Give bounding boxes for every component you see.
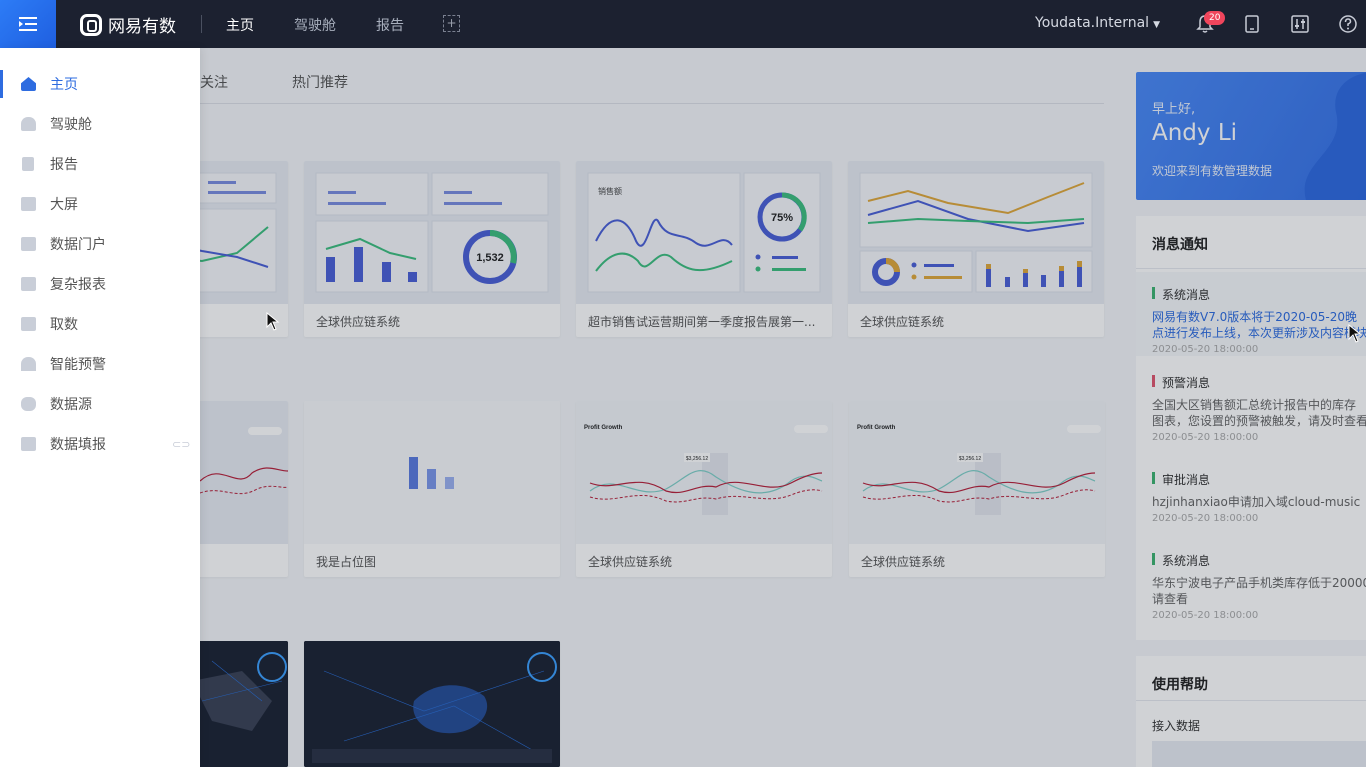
- overlay-mask[interactable]: [200, 48, 1366, 767]
- drawer-item-label: 大屏: [50, 197, 78, 213]
- caret-down-icon: ▼: [1153, 20, 1160, 30]
- drawer-item-label: 数据填报: [50, 437, 106, 453]
- drawer-item-label: 智能预警: [50, 357, 106, 373]
- user-name: Youdata.Internal: [1035, 15, 1150, 31]
- cursor-icon: [1348, 324, 1362, 343]
- drawer-item-label: 数据源: [50, 397, 92, 413]
- form-icon: [21, 437, 36, 451]
- cursor-icon: [266, 312, 280, 331]
- nav-home[interactable]: 主页: [226, 15, 254, 35]
- drawer-item-cockpit[interactable]: 驾驶舱: [0, 104, 200, 144]
- drawer-item-label: 数据门户: [50, 237, 106, 253]
- drawer-item-home[interactable]: 主页: [0, 64, 200, 104]
- drawer-item-label: 主页: [50, 77, 78, 93]
- brand-logo[interactable]: 网易有数: [80, 12, 176, 37]
- dashboard-icon: [21, 117, 36, 131]
- menu-toggle-button[interactable]: [0, 0, 56, 48]
- drawer-item-form[interactable]: 数据填报 ⊂⊃: [0, 424, 200, 464]
- drawer-item-label: 复杂报表: [50, 277, 106, 293]
- drawer-item-label: 取数: [50, 317, 78, 333]
- side-drawer: 主页 驾驶舱 报告 大屏 数据门户 复杂报表 取数 智能预警 数据源 数据填报 ⊂…: [0, 48, 200, 767]
- report-icon: [22, 157, 34, 171]
- user-menu[interactable]: Youdata.Internal ▼: [1035, 15, 1160, 31]
- drawer-item-alarm[interactable]: 智能预警: [0, 344, 200, 384]
- notification-badge: 20: [1204, 11, 1226, 25]
- screen-icon: [21, 197, 36, 211]
- help-icon[interactable]: [1339, 14, 1357, 34]
- divider: [201, 15, 202, 33]
- drawer-item-fetch[interactable]: 取数: [0, 304, 200, 344]
- brand-name: 网易有数: [108, 17, 176, 37]
- menu-icon: [19, 17, 37, 31]
- nav-report[interactable]: 报告: [376, 15, 404, 35]
- drawer-item-complex-table[interactable]: 复杂报表: [0, 264, 200, 304]
- drawer-item-label: 报告: [50, 157, 78, 173]
- drawer-item-report[interactable]: 报告: [0, 144, 200, 184]
- drawer-item-datasource[interactable]: 数据源: [0, 384, 200, 424]
- table-icon: [21, 277, 36, 291]
- drawer-item-label: 驾驶舱: [50, 117, 92, 133]
- tablet-icon[interactable]: [1243, 14, 1261, 34]
- top-bar: 网易有数 主页 驾驶舱 报告 + Youdata.Internal ▼ 20: [0, 0, 1366, 48]
- portal-icon: [21, 237, 36, 251]
- drawer-item-screen[interactable]: 大屏: [0, 184, 200, 224]
- logo-icon: [80, 13, 102, 36]
- link-icon[interactable]: ⊂⊃: [172, 438, 190, 451]
- home-icon: [21, 77, 36, 91]
- fetch-icon: [21, 317, 36, 331]
- add-nav-button[interactable]: +: [443, 15, 460, 32]
- alarm-icon: [21, 357, 36, 371]
- drawer-item-portal[interactable]: 数据门户: [0, 224, 200, 264]
- database-icon: [21, 397, 36, 411]
- nav-cockpit[interactable]: 驾驶舱: [294, 15, 336, 35]
- sliders-icon[interactable]: [1291, 14, 1309, 34]
